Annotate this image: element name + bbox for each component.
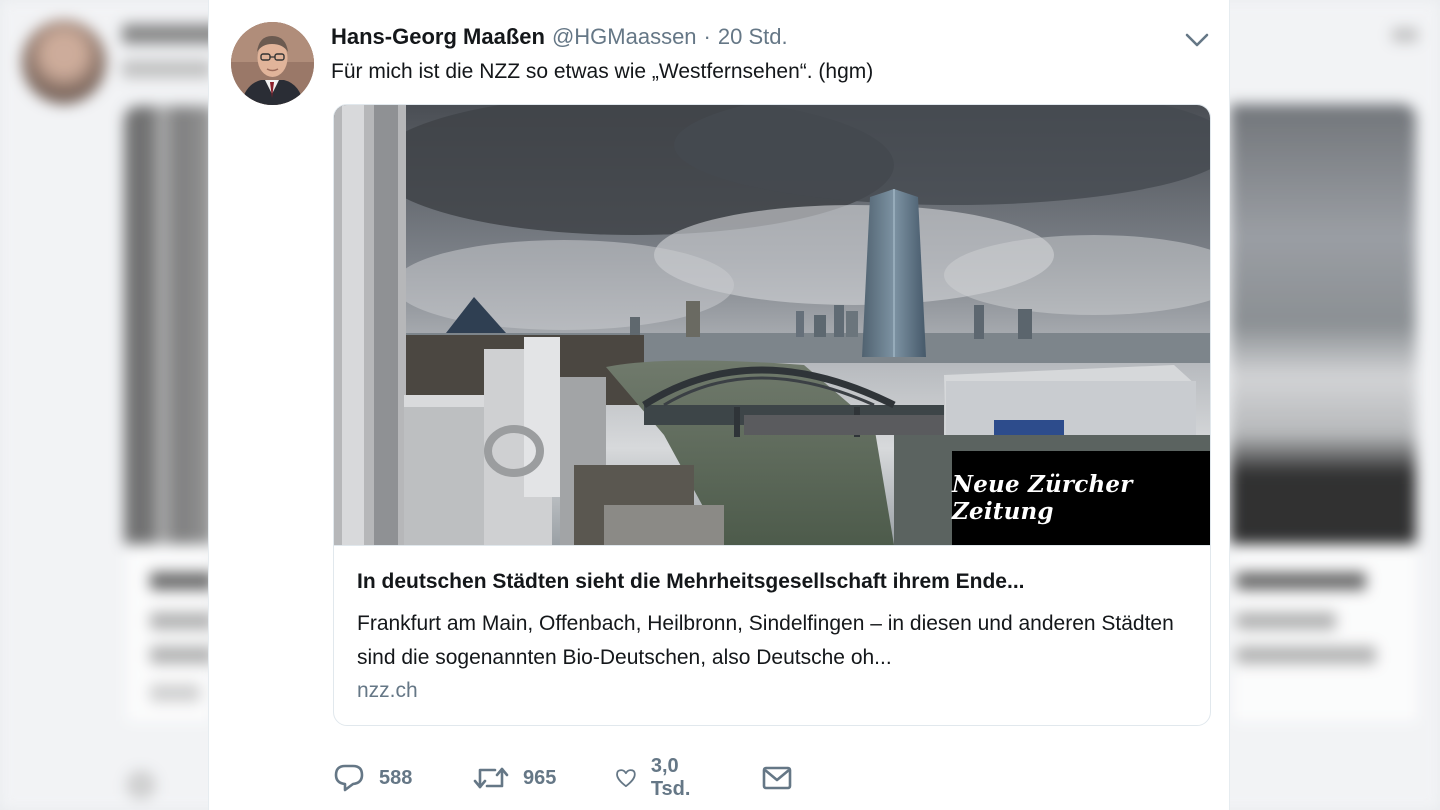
retweet-button[interactable]: 965 xyxy=(473,762,556,794)
background-name xyxy=(122,24,222,44)
background-line xyxy=(1392,28,1418,42)
background-photo-left xyxy=(124,106,214,544)
direct-message-button[interactable] xyxy=(761,762,793,794)
background-line xyxy=(126,770,156,800)
background-line xyxy=(1236,612,1336,630)
tweet-header: Hans-Georg Maaßen @HGMaassen · 20 Std. xyxy=(331,24,788,50)
card-image: Neue Zürcher Zeitung xyxy=(334,105,1210,545)
nzz-logo-overlay: Neue Zürcher Zeitung xyxy=(952,451,1210,545)
background-text xyxy=(122,60,212,78)
reply-button[interactable]: 588 xyxy=(333,762,412,794)
background-line xyxy=(1236,572,1366,590)
timestamp[interactable]: 20 Std. xyxy=(718,24,788,50)
card-domain: nzz.ch xyxy=(357,679,418,702)
background-avatar xyxy=(22,20,106,104)
retweet-count: 965 xyxy=(523,766,557,789)
card-description: Frankfurt am Main, Offenbach, Heilbronn,… xyxy=(357,612,1174,669)
background-photo-right xyxy=(1230,104,1416,544)
background-card-right xyxy=(1230,544,1420,724)
tweet-menu-button[interactable] xyxy=(1185,30,1209,50)
nzz-logo-text: Neue Zürcher Zeitung xyxy=(952,471,1133,525)
link-card[interactable]: Neue Zürcher Zeitung In deutschen Städte… xyxy=(333,104,1211,726)
background-line xyxy=(1236,646,1376,664)
retweet-icon xyxy=(473,767,509,789)
card-body: In deutschen Städten sieht die Mehrheits… xyxy=(334,545,1210,725)
avatar[interactable] xyxy=(231,22,314,105)
author-handle[interactable]: @HGMaassen xyxy=(552,24,697,50)
background-line xyxy=(150,684,200,702)
envelope-icon xyxy=(762,766,792,790)
like-count: 3,0 Tsd. xyxy=(650,755,691,800)
avatar-portrait xyxy=(231,22,314,105)
reply-count: 588 xyxy=(379,766,413,789)
background-line xyxy=(150,646,214,664)
reply-icon xyxy=(334,764,364,792)
header-separator: · xyxy=(703,24,711,49)
heart-icon xyxy=(616,769,636,788)
like-button[interactable]: 3,0 Tsd. xyxy=(615,755,701,800)
background-line xyxy=(150,572,214,590)
chevron-down-icon xyxy=(1185,33,1209,47)
author-name[interactable]: Hans-Georg Maaßen xyxy=(331,24,545,50)
card-title: In deutschen Städten sieht die Mehrheits… xyxy=(357,570,1025,593)
tweet: Hans-Georg Maaßen @HGMaassen · 20 Std. F… xyxy=(208,0,1230,810)
background-line xyxy=(150,612,214,630)
tweet-text: Für mich ist die NZZ so etwas wie „Westf… xyxy=(331,60,874,83)
